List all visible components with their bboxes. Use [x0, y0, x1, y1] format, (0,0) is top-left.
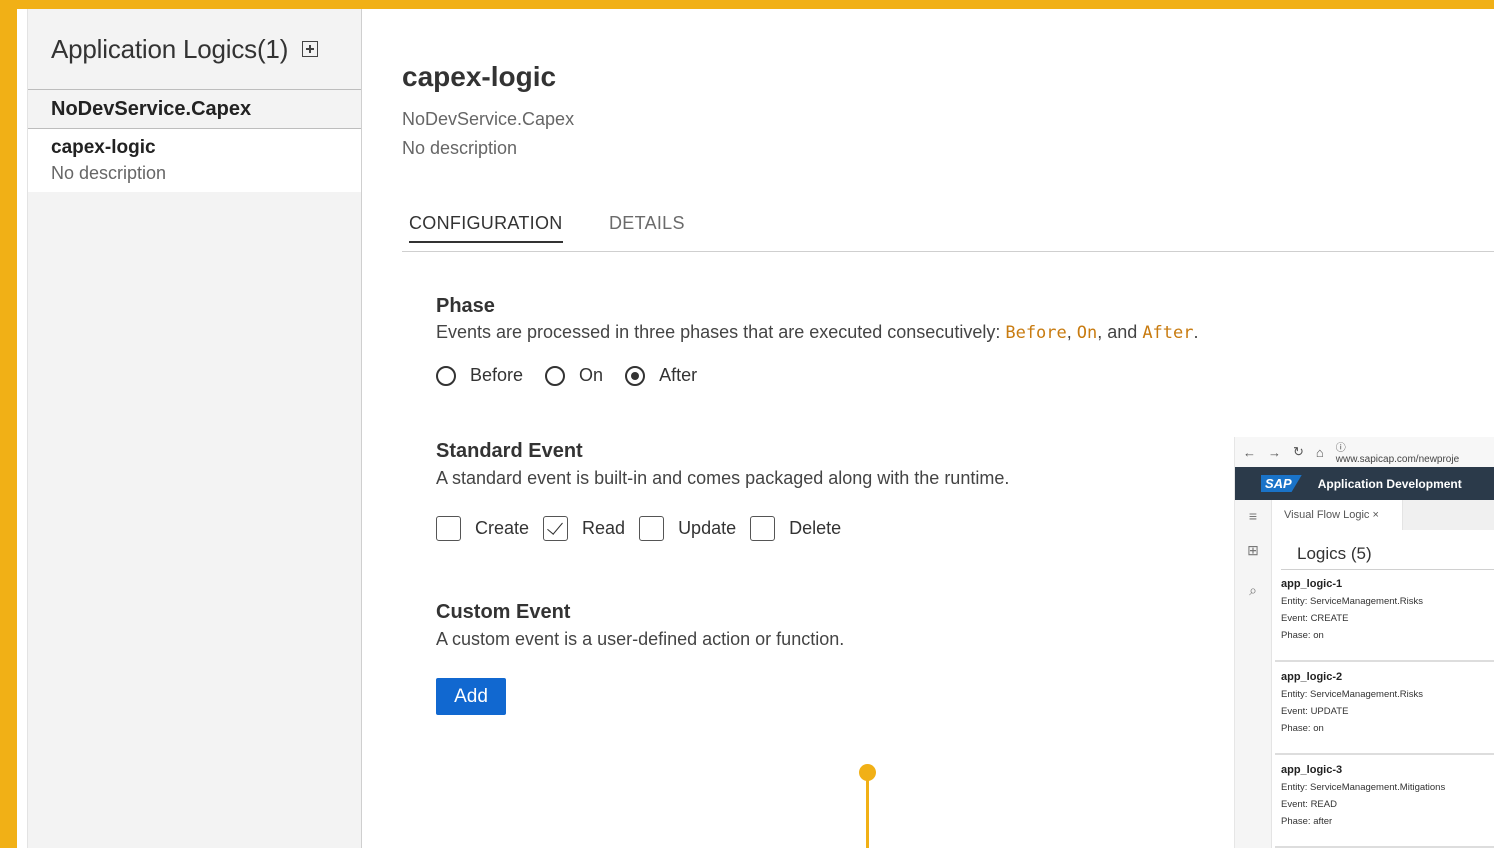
home-icon: ⌂ [1315, 444, 1324, 460]
standard-event-description: A standard event is built-in and comes p… [436, 468, 1010, 488]
inset-logic-event: Event: READ [1281, 799, 1337, 810]
standard-event-title: Standard Event [436, 440, 583, 462]
sidebar-item-description: No description [51, 163, 167, 183]
keyword-after: After [1142, 323, 1194, 343]
phase-sep: , and [1097, 322, 1143, 342]
sidebar-title: Application Logics(1) [51, 33, 289, 64]
sidebar-item-capex-logic[interactable]: capex-logic No description [28, 129, 361, 192]
inset-app-header: SAP Application Development [1235, 467, 1494, 500]
add-custom-event-button[interactable]: Add [436, 678, 506, 715]
inset-logic-phase: Phase: on [1281, 723, 1324, 734]
search-icon: ⌕ [1249, 582, 1257, 598]
back-icon: ← [1243, 444, 1256, 460]
custom-event-title: Custom Event [436, 601, 571, 623]
tab-bar: CONFIGURATION DETAILS [402, 209, 1494, 252]
sidebar-header: Application Logics(1) [28, 9, 361, 90]
inset-logic-phase: Phase: on [1281, 630, 1324, 641]
tab-configuration[interactable]: CONFIGURATION [409, 213, 563, 243]
sap-logo: SAP [1261, 475, 1302, 492]
add-logic-icon[interactable] [302, 41, 319, 57]
radio-before-label[interactable]: Before [470, 365, 523, 386]
inset-logic-entity: Entity: ServiceManagement.Risks [1281, 596, 1424, 607]
phase-end: . [1193, 322, 1199, 342]
checkbox-read[interactable] [543, 516, 569, 541]
sidebar-item-name: capex-logic [51, 137, 156, 158]
checkbox-update-label[interactable]: Update [678, 518, 736, 539]
keyword-on: On [1076, 323, 1098, 343]
callout-line [866, 772, 869, 848]
inset-logic-card: app_logic-3 Entity: ServiceManagement.Mi… [1275, 756, 1494, 848]
sidebar-group-service[interactable]: NoDevService.Capex [28, 90, 361, 129]
custom-event-description: A custom event is a user-defined action … [436, 629, 845, 649]
inset-browser-toolbar: ← → ↻ ⌂ ⓘ www.sapicap.com/newproje [1235, 437, 1494, 467]
checkbox-delete-label[interactable]: Delete [789, 518, 841, 539]
checkbox-read-label[interactable]: Read [582, 518, 625, 539]
phase-sep: , [1066, 322, 1077, 342]
phase-description: Events are processed in three phases tha… [436, 322, 1199, 343]
inset-logic-entity: Entity: ServiceManagement.Mitigations [1281, 782, 1446, 793]
sidebar: Application Logics(1) NoDevService.Capex… [28, 9, 362, 848]
inset-logic-card: app_logic-2 Entity: ServiceManagement.Ri… [1275, 663, 1494, 755]
tree-icon: ⊞ [1247, 542, 1259, 558]
inset-logic-event: Event: CREATE [1281, 613, 1349, 624]
inset-side-rail: ≡ ⊞ ⌕ [1235, 500, 1272, 848]
keyword-before: Before [1005, 323, 1067, 343]
inset-browser-screenshot: ← → ↻ ⌂ ⓘ www.sapicap.com/newproje SAP A… [1234, 437, 1494, 848]
phase-radio-group: Before On After [436, 365, 719, 386]
phase-text: Events are processed in three phases tha… [436, 322, 1006, 342]
inset-body: Visual Flow Logic × ≡ ⊞ ⌕ Logics (5) app… [1235, 500, 1494, 848]
inset-logic-phase: Phase: after [1281, 816, 1333, 827]
forward-icon: → [1268, 444, 1281, 460]
checkbox-create-label[interactable]: Create [475, 518, 529, 539]
inset-logic-name: app_logic-3 [1281, 764, 1343, 776]
page-title: capex-logic [402, 61, 557, 92]
inset-logic-entity: Entity: ServiceManagement.Risks [1281, 689, 1424, 700]
inset-app-title: Application Development [1317, 476, 1462, 491]
radio-on[interactable] [545, 365, 566, 386]
tab-details[interactable]: DETAILS [609, 213, 685, 234]
inset-logic-name: app_logic-2 [1281, 671, 1343, 683]
reload-icon: ↻ [1293, 444, 1304, 459]
inset-tab-label: Visual Flow Logic [1284, 509, 1370, 521]
radio-before[interactable] [436, 365, 456, 386]
inset-url-text: www.sapicap.com/newproje [1335, 454, 1460, 465]
checkbox-delete[interactable] [750, 516, 776, 541]
highlight-frame-top [0, 0, 1494, 9]
radio-after-label[interactable]: After [659, 365, 697, 386]
menu-icon: ≡ [1248, 508, 1258, 524]
service-name: NoDevService.Capex [402, 109, 575, 129]
callout-dot [859, 764, 876, 781]
inset-tab: Visual Flow Logic × [1272, 500, 1403, 530]
radio-after[interactable] [625, 365, 646, 386]
radio-on-label[interactable]: On [579, 365, 603, 386]
phase-title: Phase [436, 295, 495, 317]
inset-logics-title: Logics (5) [1297, 544, 1372, 563]
logic-description: No description [402, 138, 518, 158]
standard-event-checkboxes: Create Read Update Delete [436, 516, 855, 541]
inset-logic-card: app_logic-1 Entity: ServiceManagement.Ri… [1275, 570, 1494, 662]
inset-url: ⓘ www.sapicap.com/newproje [1335, 443, 1460, 465]
inset-logic-name: app_logic-1 [1281, 578, 1343, 590]
checkbox-update[interactable] [639, 516, 665, 541]
highlight-frame-left [0, 0, 17, 848]
inset-logic-event: Event: UPDATE [1281, 706, 1349, 717]
checkbox-create[interactable] [436, 516, 461, 541]
